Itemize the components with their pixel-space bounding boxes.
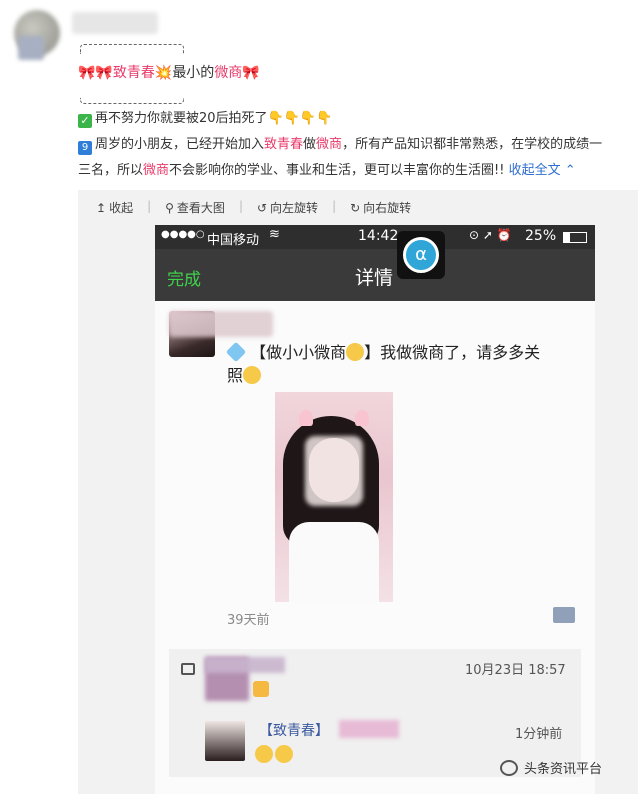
done-button[interactable]: 完成	[167, 265, 201, 290]
photo-shirt	[289, 522, 379, 602]
rotate-left-button[interactable]: ↺ 向左旋转	[257, 199, 318, 216]
status-bar: ●●●●○ 中国移动 ≋ 14:42 ⊙ ➚ ⏰ 25%	[155, 225, 595, 249]
search-icon: ⚲	[165, 200, 174, 215]
post-line-3: 三名，所以微商不会影响你的学业、事业和生活，更可以丰富你的生活圈!! 收起全文 …	[78, 163, 576, 178]
post-line-1: ✓ 再不努力你就要被20后拍死了👇👇👇👇	[78, 108, 332, 130]
diamond-emoji	[225, 341, 247, 363]
cat-ear-right	[355, 410, 369, 426]
post-line-2: 9 周岁的小朋友，已经开始加入致青春做微商，所有产品知识都非常熟悉，在学校的成绩一	[78, 134, 602, 156]
post-age: 39天前	[227, 613, 270, 628]
moment-text: 【做小小微商 】我做微商了，请多多关 照	[225, 341, 541, 385]
view-large-button[interactable]: ⚲ 查看大图	[165, 199, 225, 216]
wechat-icon	[500, 759, 518, 776]
commenter-name-2[interactable]: 【致青春】	[259, 720, 329, 740]
nav-title: 详情	[355, 267, 394, 289]
phone-screenshot[interactable]: ●●●●○ 中国移动 ≋ 14:42 ⊙ ➚ ⏰ 25% 完成 详情 α 【做小…	[155, 225, 595, 794]
carrier: 中国移动	[207, 233, 260, 248]
thumbs-up-emoji	[253, 681, 269, 697]
commenter-name-1-blurred[interactable]	[205, 657, 285, 673]
rotate-left-icon: ↺	[256, 200, 268, 215]
clock: 14:42	[358, 228, 399, 244]
rotate-right-icon: ↻	[350, 200, 361, 215]
thinking-emoji	[275, 745, 293, 763]
grin-emoji	[346, 343, 365, 361]
checkmark-icon: ✓	[78, 114, 92, 128]
lock-rotation-icon: ⊙ ➚ ⏰	[469, 228, 512, 242]
brand-link[interactable]: 致青春	[113, 65, 155, 81]
title-frame-bottom	[80, 98, 184, 104]
point-down-emojis: 👇👇👇👇	[267, 111, 333, 126]
comment-time-1: 10月23日 18:57	[465, 663, 566, 678]
collapse-button[interactable]: ↥ 收起	[96, 199, 133, 216]
avatar-badge	[18, 36, 44, 60]
signal-dots: ●●●●○	[161, 229, 205, 240]
alpha-app-icon: α	[397, 231, 445, 279]
alpha-icon: α	[403, 237, 439, 273]
cat-ear-left	[299, 410, 313, 426]
bow-emoji: 🎀🎀	[78, 65, 113, 81]
comment-list-icon	[181, 663, 195, 675]
image-toolbar: ↥ 收起 | ⚲ 查看大图 | ↺ 向左旋转 | ↻ 向右旋转	[96, 199, 412, 216]
number-nine-icon: 9	[78, 141, 92, 155]
tag-link[interactable]: 微商	[316, 137, 342, 152]
wifi-icon: ≋	[269, 227, 280, 242]
kiss-emoji	[243, 366, 262, 384]
battery-icon	[563, 232, 587, 243]
comment-icon[interactable]	[553, 607, 575, 623]
face-blur	[305, 436, 363, 506]
commenter-avatar-2[interactable]	[205, 721, 245, 761]
brand-link[interactable]: 致青春	[264, 137, 303, 152]
moment-username-blurred[interactable]	[169, 311, 273, 337]
burst-emoji: 💥	[154, 65, 173, 81]
battery-percent: 25%	[525, 228, 557, 244]
bow-emoji: 🎀	[242, 65, 260, 81]
tag-link[interactable]: 微商	[214, 65, 242, 81]
comment-time-2: 1分钟前	[515, 727, 563, 742]
thinking-emoji	[255, 745, 273, 763]
watermark: 头条资讯平台	[500, 758, 602, 777]
collapse-text-link[interactable]: 收起全文 ⌃	[509, 163, 576, 178]
title-frame-top	[80, 44, 184, 54]
rotate-right-button[interactable]: ↻ 向右旋转	[350, 199, 411, 216]
post-title: 🎀🎀致青春💥最小的微商🎀	[78, 65, 260, 81]
tag-link[interactable]: 微商	[143, 163, 169, 178]
commenter-name-2-blurred	[339, 720, 399, 738]
username-blurred[interactable]	[72, 12, 158, 34]
up-arrow-icon: ↥	[96, 200, 107, 215]
moment-photo[interactable]	[275, 392, 393, 602]
